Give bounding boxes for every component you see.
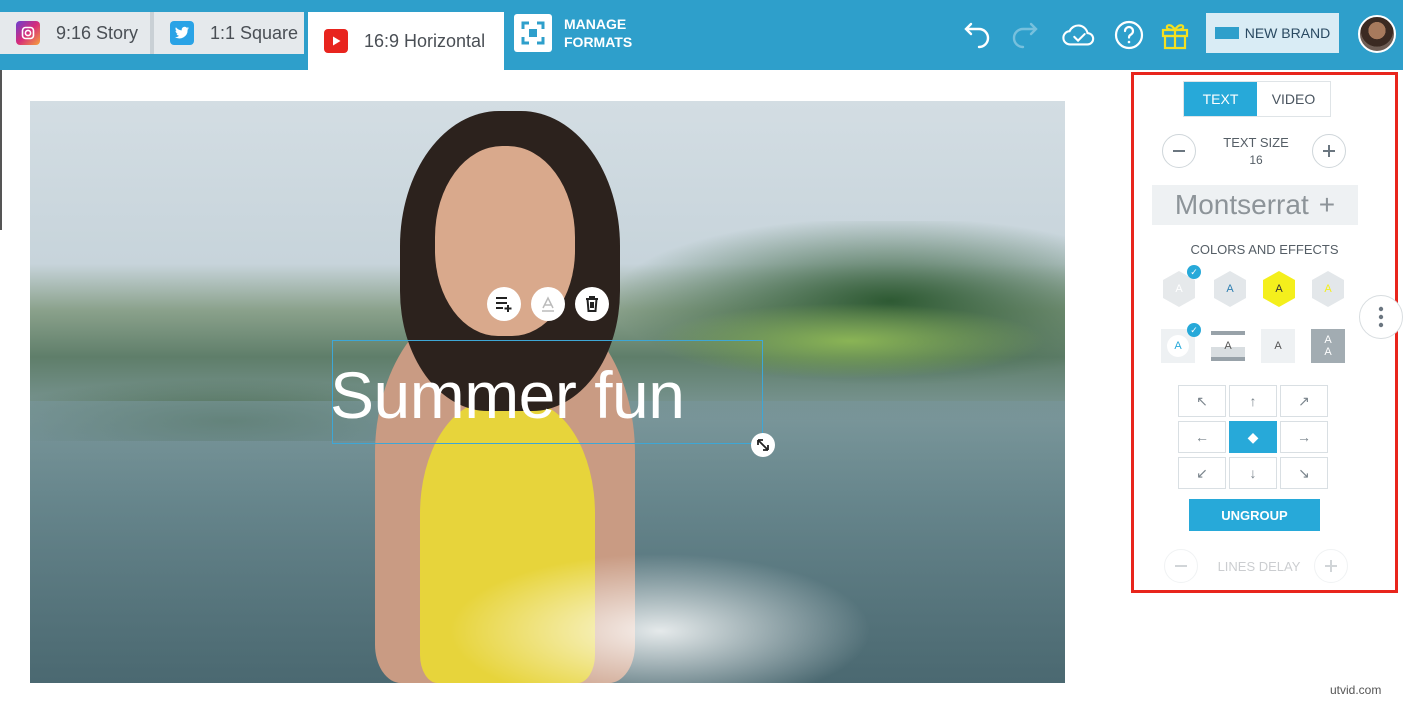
twitter-icon — [170, 21, 194, 45]
align-bottom-left-icon[interactable]: ↙ — [1178, 457, 1226, 489]
tab-label: 9:16 Story — [56, 22, 139, 43]
align-top-left-icon[interactable]: ↖ — [1178, 385, 1226, 417]
avatar[interactable] — [1358, 15, 1396, 53]
instagram-icon — [16, 21, 40, 45]
align-bottom-right-icon[interactable]: ↘ — [1280, 457, 1328, 489]
text-size-value: 16 — [1249, 153, 1263, 167]
manage-formats-button[interactable]: MANAGE FORMATS — [514, 12, 632, 54]
watermark: utvid.com — [1330, 683, 1382, 697]
font-selector[interactable]: Montserrat + — [1152, 185, 1358, 225]
more-options-icon[interactable] — [1359, 295, 1403, 339]
panel-tabs: TEXT VIDEO — [1183, 81, 1331, 117]
decrease-delay-button[interactable] — [1164, 549, 1198, 583]
color-swatch-2[interactable]: A — [1214, 271, 1246, 307]
new-brand-button[interactable]: NEW BRAND — [1206, 13, 1339, 53]
selected-check-icon: ✓ — [1187, 323, 1201, 337]
align-top-right-icon[interactable]: ↗ — [1280, 385, 1328, 417]
color-swatch-4[interactable]: A — [1312, 271, 1344, 307]
redo-icon[interactable] — [1010, 18, 1044, 52]
text-size-label: TEXT SIZE — [1223, 135, 1289, 150]
selected-check-icon: ✓ — [1187, 265, 1201, 279]
ungroup-button[interactable]: UNGROUP — [1189, 499, 1320, 531]
position-grid: ↖ ↑ ↗ ← ◆ → ↙ ↓ ↘ — [1178, 385, 1334, 493]
increase-size-button[interactable] — [1312, 134, 1346, 168]
align-top-icon[interactable]: ↑ — [1229, 385, 1277, 417]
colors-effects-label: COLORS AND EFFECTS — [1190, 242, 1339, 257]
font-name: Montserrat — [1174, 189, 1309, 220]
gift-icon[interactable] — [1158, 18, 1192, 52]
brand-icon — [1214, 27, 1239, 39]
text-style-icon[interactable] — [531, 287, 565, 321]
text-settings-panel: TEXT VIDEO TEXT SIZE 16 Montserrat + COL… — [1131, 72, 1398, 593]
increase-delay-button[interactable] — [1314, 549, 1348, 583]
tab-horizontal[interactable]: 16:9 Horizontal — [308, 12, 504, 70]
top-bar: 9:16 Story 1:1 Square 16:9 Horizontal MA… — [0, 0, 1403, 70]
left-edge — [0, 70, 2, 230]
color-swatch-3[interactable]: A — [1263, 271, 1295, 307]
align-bottom-icon[interactable]: ↓ — [1229, 457, 1277, 489]
cloud-saved-icon[interactable] — [1062, 18, 1096, 52]
effect-bars[interactable]: A — [1211, 329, 1245, 363]
delete-icon[interactable] — [575, 287, 609, 321]
add-font-icon[interactable]: + — [1319, 189, 1335, 221]
decrease-size-button[interactable] — [1162, 134, 1196, 168]
tab-label: 16:9 Horizontal — [364, 30, 486, 51]
align-right-icon[interactable]: → — [1280, 421, 1328, 453]
tab-video[interactable]: VIDEO — [1257, 82, 1330, 116]
add-line-icon[interactable] — [487, 287, 521, 321]
formats-icon — [514, 14, 552, 52]
align-left-icon[interactable]: ← — [1178, 421, 1226, 453]
water-splash — [280, 481, 980, 683]
help-icon[interactable] — [1112, 18, 1146, 52]
youtube-icon — [324, 29, 348, 53]
manage-label-line2: FORMATS — [564, 34, 633, 50]
caption-text[interactable]: Summer fun — [330, 350, 770, 440]
tab-square[interactable]: 1:1 Square — [154, 12, 304, 54]
effect-double[interactable]: AA — [1311, 329, 1345, 363]
tab-story[interactable]: 9:16 Story — [0, 12, 150, 54]
effect-banner[interactable]: A — [1261, 329, 1295, 363]
new-brand-label: NEW BRAND — [1244, 25, 1331, 41]
manage-label-line1: MANAGE — [564, 16, 627, 32]
lines-delay-label: LINES DELAY — [1217, 559, 1301, 574]
undo-icon[interactable] — [958, 18, 992, 52]
resize-handle-icon[interactable] — [751, 433, 775, 457]
tab-label: 1:1 Square — [210, 22, 299, 43]
align-center-icon[interactable]: ◆ — [1229, 421, 1277, 453]
tab-text[interactable]: TEXT — [1184, 82, 1257, 116]
